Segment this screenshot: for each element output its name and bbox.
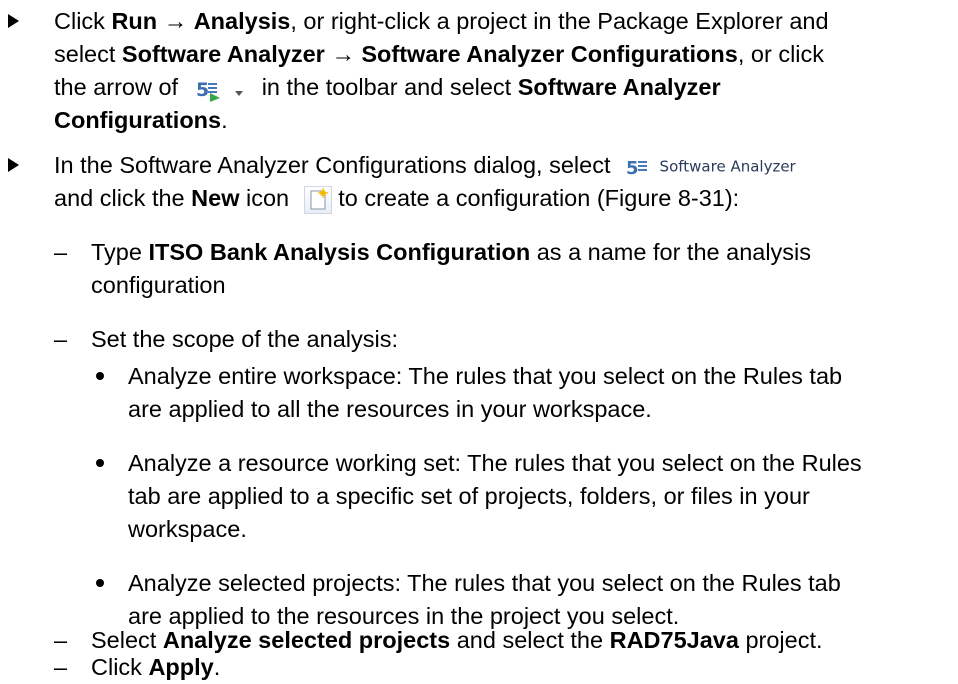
dot2-line2: tab are applied to a specific set of pro… [128,483,810,509]
software-analyzer-run-icon[interactable]: 5 [193,76,223,102]
software-analyzer-tree-label: Software Analyzer [659,157,796,176]
dash-marker: – [54,326,68,352]
dot-marker [96,579,104,587]
sub1-line1: Type ITSO Bank Analysis Configuration as… [91,239,812,265]
bullet1-line4: Configurations. [54,107,228,133]
chevron-down-icon[interactable] [231,79,247,99]
dot-marker [96,372,104,380]
sub4-line: Click Apply. [91,654,221,680]
bullet2-line1: In the Software Analyzer Configurations … [54,152,796,179]
dot2-line1: Analyze a resource working set: The rule… [128,450,862,476]
bullet-marker [8,158,19,172]
bullet2-line2: and click the New icon to create a confi… [54,182,739,215]
software-analyzer-icon: 5 [625,155,649,179]
document-page: Click Run → Analysis, or right-click a p… [0,0,958,684]
bullet-marker [8,14,19,28]
sub1-line2: configuration [91,272,226,298]
new-configuration-icon[interactable] [303,185,332,214]
dot1-line2: are applied to all the resources in your… [128,396,652,422]
dash-marker: – [54,239,68,265]
bullet1-line2: select Software Analyzer → Software Anal… [54,41,825,67]
svg-text:5: 5 [626,158,639,179]
sub2-text: Set the scope of the analysis: [91,326,398,352]
svg-text:5: 5 [196,79,209,101]
dash-marker: – [54,654,68,680]
bullet1-line3: the arrow of 5 in the toolbar and select… [54,74,721,102]
bullet1-line1: Click Run → Analysis, or right-click a p… [54,8,829,34]
dot2-line3: workspace. [128,516,247,542]
dot1-line1: Analyze entire workspace: The rules that… [128,363,843,389]
dot3-line1: Analyze selected projects: The rules tha… [128,570,841,596]
dot-marker [96,459,104,467]
